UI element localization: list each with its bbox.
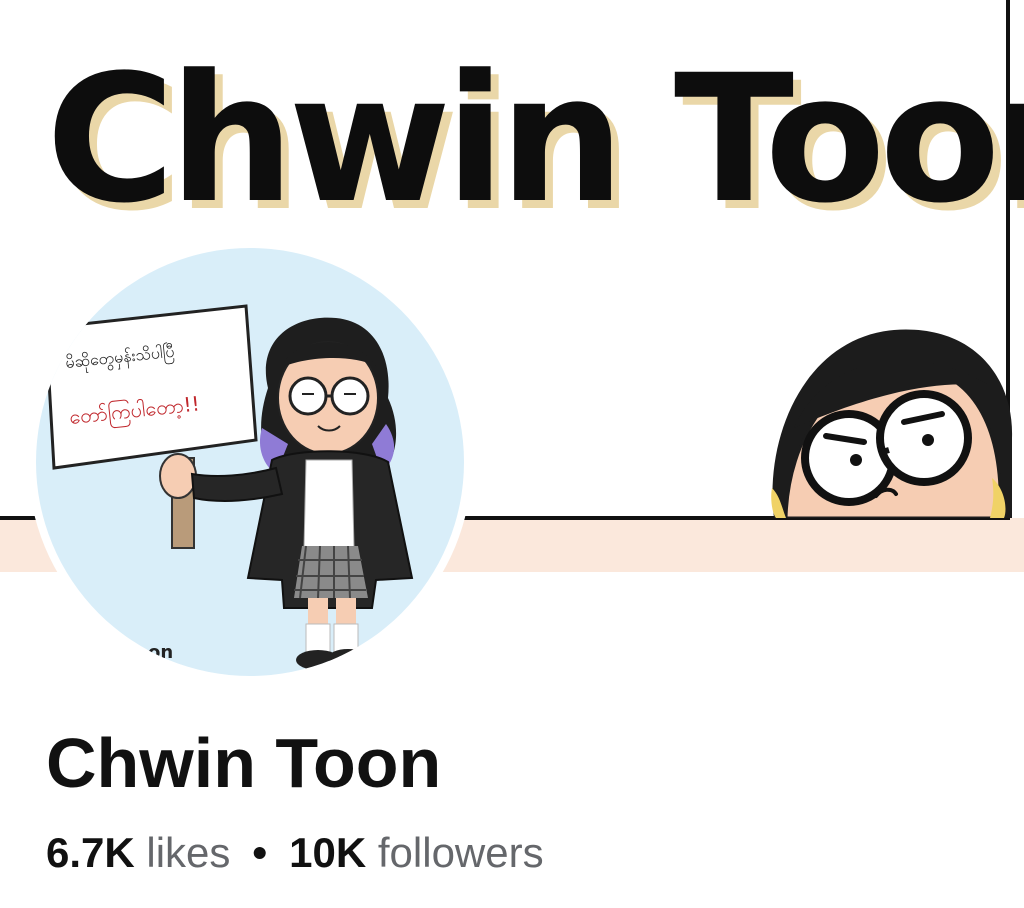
profile-picture-frame: မိဆိုတွေမှန်းသိပါပြီ တော်ကြပါတော့!! on xyxy=(36,248,464,676)
followers-label: followers xyxy=(377,829,544,876)
followers-link[interactable]: 10K followers xyxy=(289,829,543,876)
page-title: Chwin Toon xyxy=(46,724,442,802)
cover-title: Chwin Toon xyxy=(46,37,1024,242)
page-stats: 6.7K likes • 10K followers xyxy=(46,832,544,874)
peeking-character-illustration xyxy=(771,329,1013,518)
likes-count: 6.7K xyxy=(46,829,135,876)
avatar-watermark: on xyxy=(148,642,173,663)
character-with-sign-illustration: မိဆိုတွေမှန်းသိပါပြီ တော်ကြပါတော့!! on xyxy=(44,304,414,670)
stats-separator: • xyxy=(252,829,268,876)
likes-label: likes xyxy=(146,829,231,876)
profile-picture[interactable]: မိဆိုတွေမှန်းသိပါပြီ တော်ကြပါတော့!! on xyxy=(28,240,472,684)
followers-count: 10K xyxy=(289,829,367,876)
likes-link[interactable]: 6.7K likes xyxy=(46,829,230,876)
